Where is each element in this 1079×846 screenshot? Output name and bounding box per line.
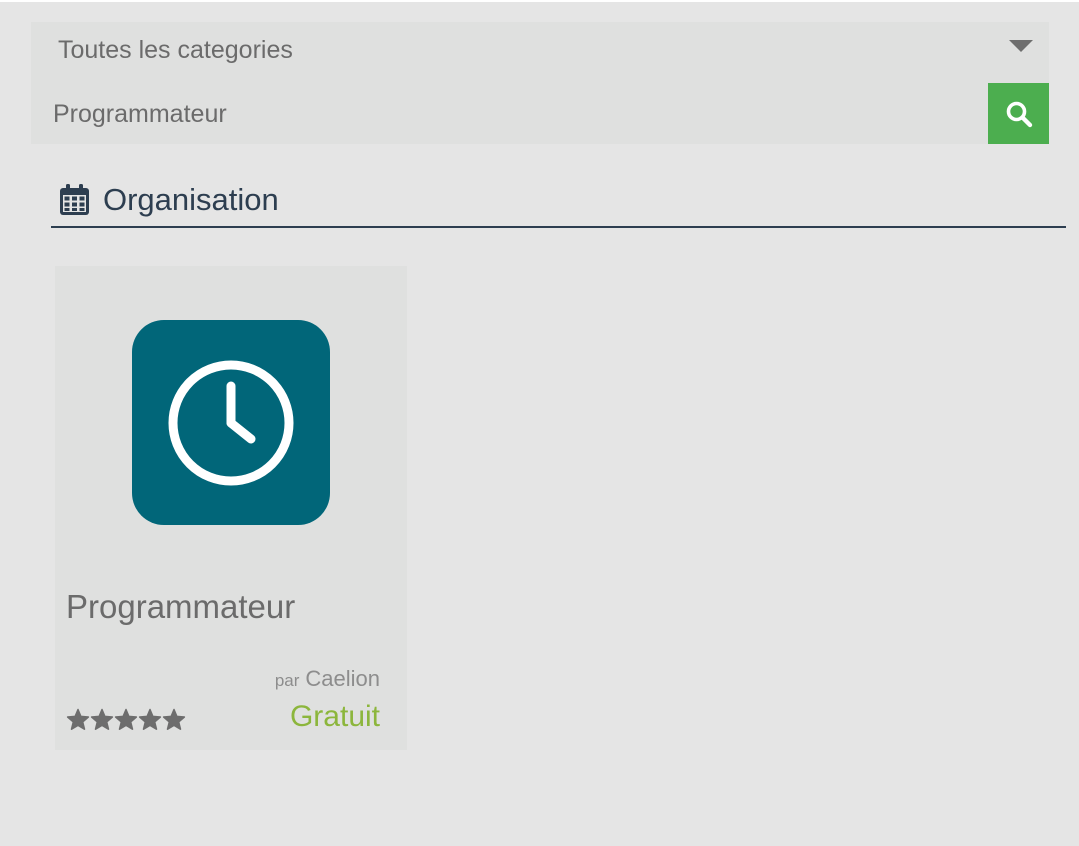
search-button[interactable]	[988, 83, 1049, 144]
section-header: Organisation	[51, 178, 1066, 228]
calendar-icon	[60, 184, 89, 215]
chevron-down-icon	[1009, 40, 1033, 52]
app-name: Programmateur	[66, 588, 296, 625]
search-panel: Toutes les categories	[31, 22, 1049, 144]
author-name: Caelion	[305, 666, 380, 691]
rating-stars	[66, 708, 186, 732]
category-dropdown[interactable]: Toutes les categories	[31, 22, 1049, 78]
star-icon	[114, 708, 138, 730]
top-divider	[0, 0, 1079, 2]
app-card[interactable]: Programmateur par Caelion Gratuit	[55, 266, 407, 750]
section-title: Organisation	[103, 182, 279, 217]
search-icon	[1006, 101, 1032, 127]
app-icon-tile	[132, 320, 330, 525]
star-icon	[66, 708, 90, 730]
star-icon	[138, 708, 162, 730]
search-input[interactable]	[31, 84, 988, 144]
author-prefix: par	[274, 671, 300, 690]
star-icon	[162, 708, 186, 730]
star-icon	[90, 708, 114, 730]
clock-icon	[168, 360, 294, 485]
app-author: par Caelion	[275, 666, 380, 692]
category-selected-label: Toutes les categories	[58, 36, 293, 64]
app-price: Gratuit	[289, 700, 380, 733]
